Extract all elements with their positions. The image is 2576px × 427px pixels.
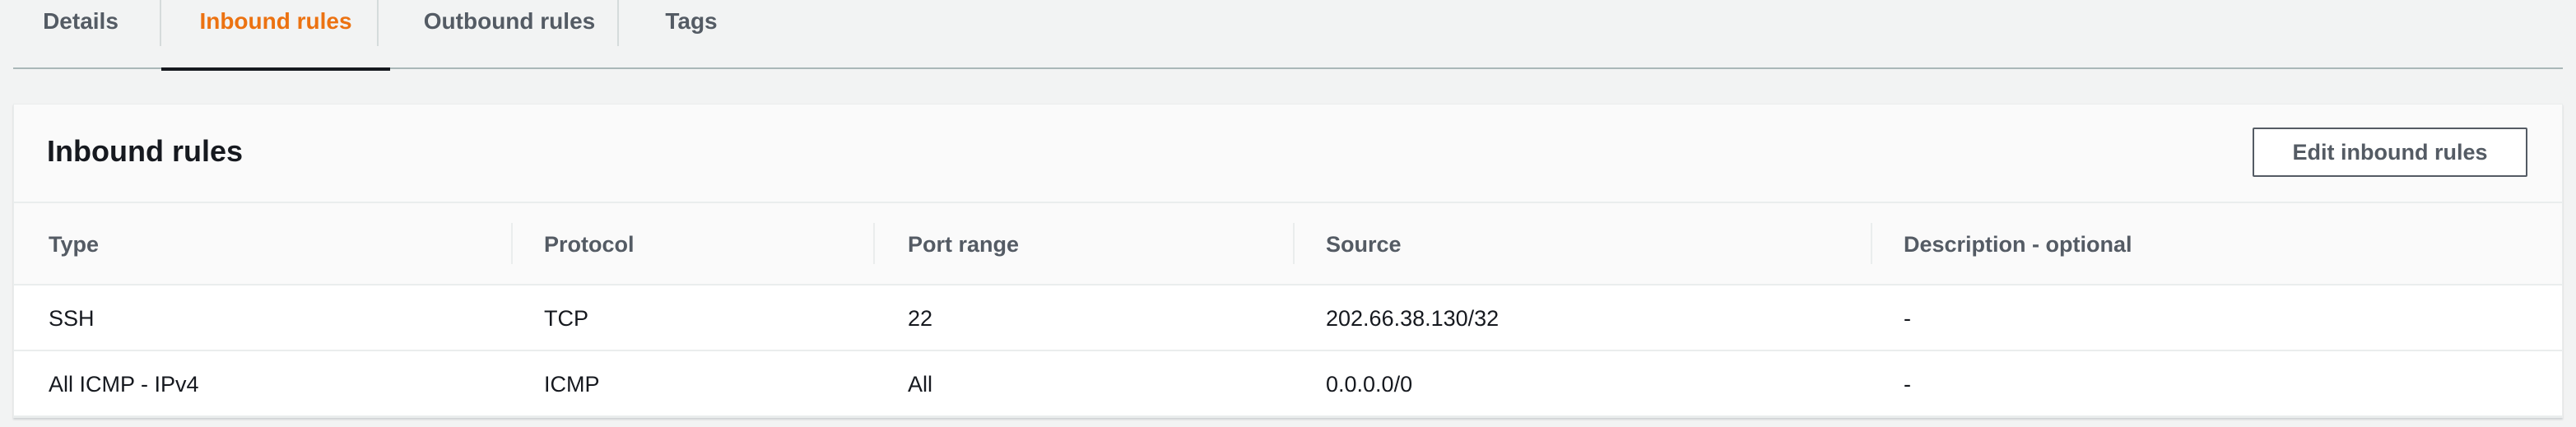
panel-header: Inbound rules Edit inbound rules [14, 104, 2562, 203]
cell-description: - [1904, 305, 1911, 331]
table-header: Type Protocol Port range Source Descript… [14, 203, 2562, 285]
cell-protocol: ICMP [544, 371, 600, 397]
cell-type: All ICMP - IPv4 [49, 371, 199, 397]
column-header-type[interactable]: Type [49, 203, 99, 285]
column-header-protocol[interactable]: Protocol [544, 203, 635, 285]
tab-inbound-rules[interactable]: Inbound rules [161, 0, 390, 71]
cell-source: 0.0.0.0/0 [1326, 371, 1413, 397]
column-separator [1293, 223, 1295, 264]
tab-tags[interactable]: Tags [619, 0, 764, 69]
column-separator [873, 223, 875, 264]
cell-protocol: TCP [544, 305, 588, 331]
column-header-description[interactable]: Description - optional [1904, 203, 2132, 285]
cell-source: 202.66.38.130/32 [1326, 305, 1500, 331]
tab-outbound-rules[interactable]: Outbound rules [379, 0, 640, 69]
table-row: SSH TCP 22 202.66.38.130/32 - [14, 285, 2562, 351]
column-separator [1871, 223, 1872, 264]
cell-type: SSH [49, 305, 95, 331]
inbound-rules-panel: Inbound rules Edit inbound rules Type Pr… [13, 104, 2563, 418]
column-separator [511, 223, 513, 264]
table-row: All ICMP - IPv4 ICMP All 0.0.0.0/0 - [14, 351, 2562, 417]
cell-port-range: 22 [908, 305, 933, 331]
panel-title: Inbound rules [47, 134, 243, 168]
cell-description: - [1904, 371, 1911, 397]
column-header-source[interactable]: Source [1326, 203, 1402, 285]
tab-details[interactable]: Details [13, 0, 148, 69]
cell-port-range: All [908, 371, 933, 397]
column-header-port-range[interactable]: Port range [908, 203, 1019, 285]
edit-inbound-rules-button[interactable]: Edit inbound rules [2253, 128, 2527, 177]
tab-bar: Details Inbound rules Outbound rules Tag… [13, 0, 2563, 71]
